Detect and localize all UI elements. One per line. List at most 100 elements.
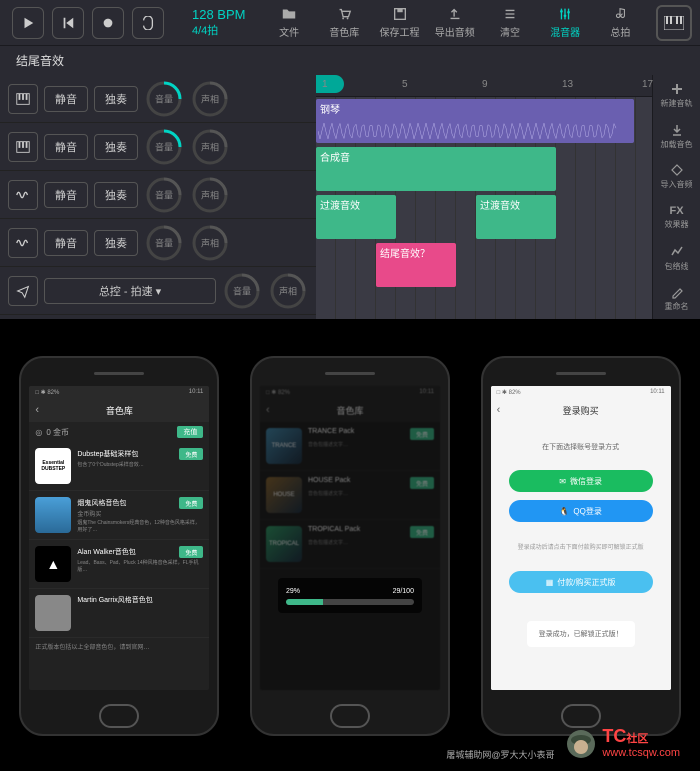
mute-button[interactable]: 静音 [44,86,88,112]
page-title: 登录购买 [563,404,599,417]
knob-音量[interactable]: 音量 [144,223,184,263]
get-button[interactable]: 免费 [179,448,203,460]
knob-音量[interactable]: 音量 [144,79,184,119]
knob-音量[interactable]: 音量 [144,175,184,215]
sound-pack-item[interactable]: Essential DUBSTEP Dubstep基础采样包 免费 包含了0个D… [29,442,209,491]
rightbar-envelope[interactable]: 包络线 [653,238,700,279]
pack-title: 烟鬼风格音色包 [77,498,126,508]
phone-sound-library: □ ✱ 82% 10:11 ‹ 音色库 ◎ 0 金币 充值 Essential … [19,356,219,736]
pack-thumbnail: Essential DUBSTEP [35,448,71,484]
wechat-login-button[interactable]: ✉微信登录 [509,470,653,492]
rightbar-download[interactable]: 加载音色 [653,116,700,157]
status-bar: □ ✱ 82% 10:11 [260,386,440,398]
workspace: 静音 独奏 音量 声相 静音 独奏 音量 声相 静音 独奏 音量 声相 静音 独… [0,75,700,319]
master-icon[interactable] [8,276,38,306]
phone-screen: □ ✱ 82% 10:11 ‹ 登录购买 在下面选择账号登录方式 ✉微信登录 🐧… [491,386,671,690]
record-button[interactable] [92,7,124,39]
tempo-display[interactable]: 128 BPM 4/4拍 [176,7,261,38]
sound-pack-list-bg: TRANCE TRANCE Pack免费 音色包描述文字…HOUSE HOUSE… [260,422,440,569]
sound-pack-list: Essential DUBSTEP Dubstep基础采样包 免费 包含了0个D… [29,442,209,638]
pay-button[interactable]: ▦付款/购买正式版 [509,571,653,593]
back-icon[interactable]: ‹ [35,404,39,416]
track-icon[interactable] [8,132,38,162]
rightbar-diamond[interactable]: 导入音频 [653,156,700,197]
menu-folder[interactable]: 文件 [261,6,316,39]
menu-mixer[interactable]: 混音器 [538,6,593,39]
knob-声相[interactable]: 声相 [190,223,230,263]
track-icon[interactable] [8,180,38,210]
track-title: 结尾音效 [0,46,700,75]
knob-声相[interactable]: 声相 [190,79,230,119]
rightbar-plus[interactable]: 新建音轨 [653,75,700,116]
pack-thumbnail [35,595,71,631]
get-button[interactable]: 免费 [179,546,203,558]
knob-声相[interactable]: 声相 [190,127,230,167]
knob-声相[interactable]: 声相 [190,175,230,215]
sound-pack-item[interactable]: 烟鬼风格音色包 免费 金币购买 烟鬼The Chainsmokers经典音色，1… [29,491,209,540]
get-button[interactable]: 免费 [179,497,203,509]
watermark-url: www.tcsqw.com [602,747,680,759]
toolbar: 128 BPM 4/4拍 文件音色库保存工程导出音频清空混音器总拍 [0,0,700,46]
coin-icon: ◎ [35,428,42,437]
right-sidebar: 新建音轨加载音色导入音频FX效果器包络线重命名 [652,75,700,319]
ruler[interactable]: 1591317 [316,75,652,97]
sound-pack-item-bg: TRANCE TRANCE Pack免费 音色包描述文字… [260,422,440,471]
mute-button[interactable]: 静音 [44,134,88,160]
rightbar-edit[interactable]: 重命名 [653,278,700,319]
menu-save[interactable]: 保存工程 [372,6,427,39]
progress-count: 29/100 [393,588,414,595]
soldier-icon [566,729,596,759]
loop-marker[interactable] [316,75,344,93]
solo-button[interactable]: 独奏 [94,230,138,256]
play-button[interactable] [12,7,44,39]
menu-cart[interactable]: 音色库 [317,6,372,39]
knob-声相[interactable]: 声相 [268,271,308,311]
track-row: 静音 独奏 音量 声相 [0,171,316,219]
clip[interactable]: 结尾音效？ [376,243,456,287]
rewind-button[interactable] [52,7,84,39]
solo-button[interactable]: 独奏 [94,182,138,208]
rightbar-FX[interactable]: FX效果器 [653,197,700,238]
pack-title: Dubstep基础采样包 [77,449,138,459]
mute-button[interactable]: 静音 [44,230,88,256]
loop-button[interactable] [132,7,164,39]
watermark: 屠城辅助网@罗大大小表哥 TC社区 www.tcsqw.com [566,726,680,759]
pack-title: Martin Garrix风格音色包 [77,595,152,605]
coin-bar: ◎ 0 金币 充值 [29,422,209,442]
solo-button[interactable]: 独奏 [94,86,138,112]
keyboard-button[interactable] [656,5,692,41]
back-icon[interactable]: ‹ [266,404,270,416]
master-select[interactable]: 总控 - 拍速 ▾ [44,278,216,304]
knob-音量[interactable]: 音量 [144,127,184,167]
sound-pack-item[interactable]: ▲ Alan Walker音色包 免费 Lead、Bass、Pad、Pluck … [29,540,209,589]
ruler-tick: 1 [322,79,328,90]
clip[interactable]: 过渡音效 [476,195,556,239]
transport-controls [0,7,176,39]
menu-list[interactable]: 清空 [482,6,537,39]
phone-login: □ ✱ 82% 10:11 ‹ 登录购买 在下面选择账号登录方式 ✉微信登录 🐧… [481,356,681,736]
page-title: 音色库 [106,404,133,417]
sound-pack-item[interactable]: Martin Garrix风格音色包 [29,589,209,638]
clip[interactable]: 钢琴 [316,99,634,143]
back-icon[interactable]: ‹ [497,404,501,416]
arrangement-lanes[interactable]: 钢琴合成音过渡音效 过渡音效结尾音效？ [316,97,652,319]
ruler-tick: 13 [562,79,573,90]
clip[interactable]: 合成音 [316,147,556,191]
ruler-tick: 5 [402,79,408,90]
mute-button[interactable]: 静音 [44,182,88,208]
track-icon[interactable] [8,84,38,114]
menu-export[interactable]: 导出音频 [427,6,482,39]
download-progress: 29% 29/100 [278,578,422,613]
page-header: ‹ 音色库 [260,398,440,422]
qq-login-button[interactable]: 🐧QQ登录 [509,500,653,522]
master-track: 总控 - 拍速 ▾ 音量 声相 [0,267,316,315]
knob-音量[interactable]: 音量 [222,271,262,311]
recharge-button[interactable]: 充值 [177,426,203,438]
menu-note[interactable]: 总拍 [593,6,648,39]
clip[interactable]: 过渡音效 [316,195,396,239]
solo-button[interactable]: 独奏 [94,134,138,160]
page-header: ‹ 音色库 [29,398,209,422]
track-icon[interactable] [8,228,38,258]
track-row: 静音 独奏 音量 声相 [0,75,316,123]
bpm-value: 128 BPM [192,7,245,24]
